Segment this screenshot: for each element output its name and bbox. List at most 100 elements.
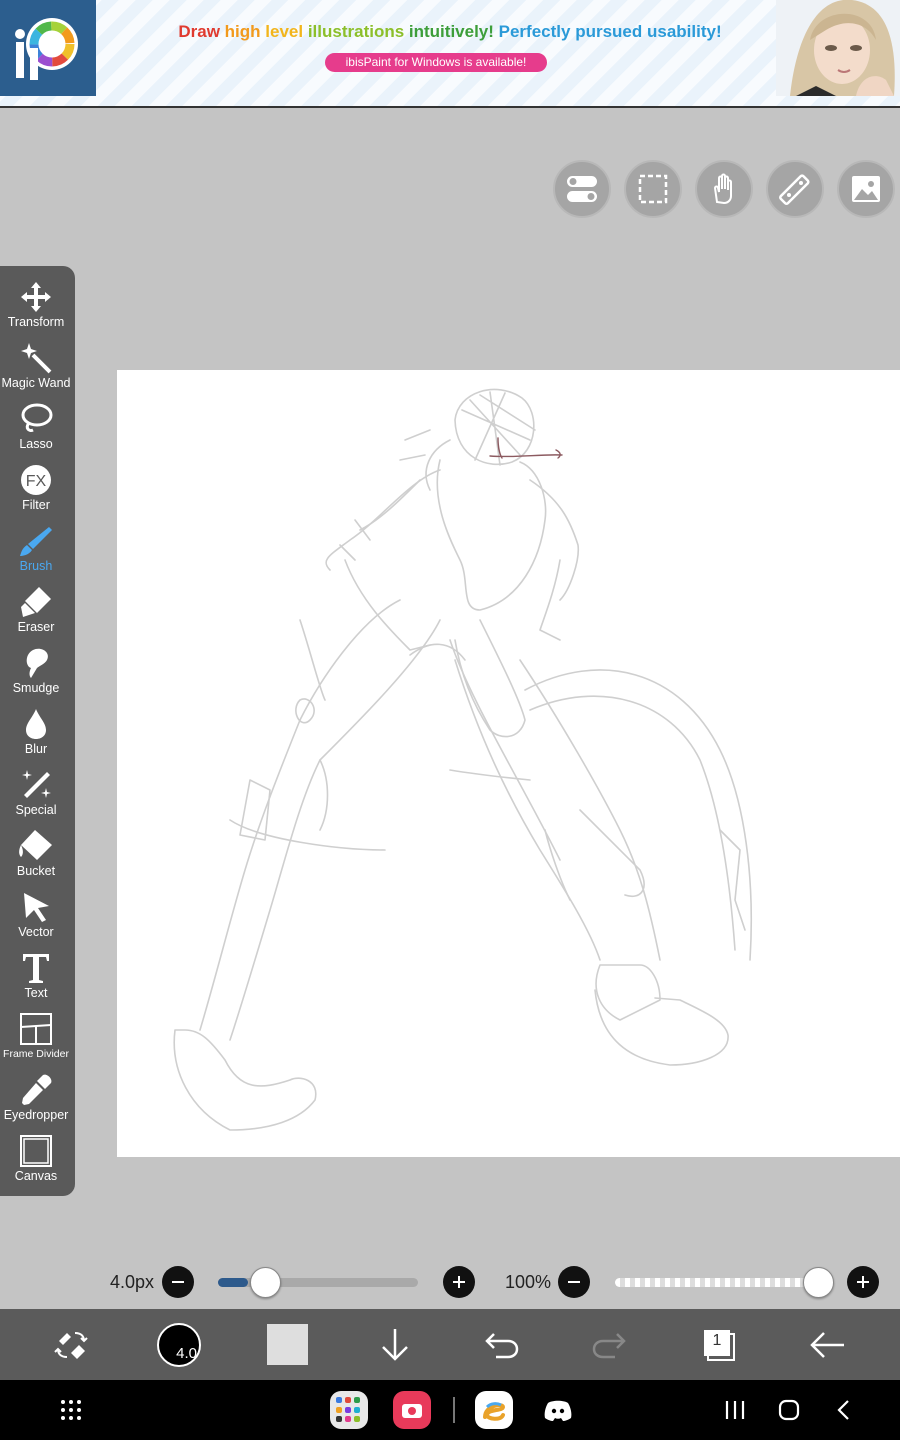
tool-transform[interactable]: Transform [0,278,72,338]
toggle-icon [567,176,597,202]
ad-headline-word: Perfectly [498,22,576,41]
tool-smudge[interactable]: Smudge [0,644,72,704]
undo-icon [485,1332,519,1358]
plus-icon [857,1276,869,1288]
recents-button[interactable] [720,1390,750,1430]
tool-vector[interactable]: Vector [0,888,72,948]
ibispaint-app-icon [475,1391,513,1429]
svg-text:FX: FX [26,473,47,490]
tool-label: Bucket [16,864,56,878]
drawing-canvas[interactable] [117,370,900,1157]
tool-text[interactable]: Text [0,949,72,1009]
selection-button[interactable] [624,160,682,218]
system-nav-bar [0,1380,900,1440]
tool-blur[interactable]: Blur [0,705,72,765]
tool-label: Blur [24,742,48,756]
tool-label: Canvas [14,1169,58,1183]
app-drawer-button[interactable] [56,1390,86,1430]
move-icon [21,282,51,312]
tool-label: Brush [19,559,53,573]
redo-icon [592,1332,626,1358]
brush-preview: 4.0 [157,1322,201,1367]
tool-filter[interactable]: FX Filter [0,461,72,521]
sketch-drawing [173,388,752,1131]
brush-settings-button[interactable]: 4.0 [144,1309,214,1380]
tool-label: Eyedropper [3,1108,69,1122]
eyedropper-icon [22,1074,52,1105]
tool-brush[interactable]: Brush [0,522,72,582]
tool-lasso[interactable]: Lasso [0,400,72,460]
layers-icon: 1 [702,1328,736,1362]
camera-icon [393,1391,431,1429]
reference-image-icon [852,176,880,202]
cursor-icon [24,893,49,922]
opacity-slider-thumb[interactable] [803,1267,834,1298]
toggle-button[interactable] [553,160,611,218]
arrow-down-icon [382,1328,408,1361]
ad-headline-word: intuitively! [408,22,499,41]
discord-icon [544,1400,572,1421]
size-slider-thumb[interactable] [250,1267,281,1298]
text-icon [23,954,49,983]
ad-headline: Draw high level illustrations intuitivel… [100,22,800,42]
size-slider-fill [218,1278,248,1287]
back-button[interactable] [792,1309,862,1380]
tool-special[interactable]: Special [0,766,72,826]
chevron-left-icon [837,1400,849,1420]
tool-bucket[interactable]: Bucket [0,827,72,887]
ad-headline-word: usability! [646,22,722,41]
opacity-slider[interactable] [615,1267,834,1298]
layer-down-button[interactable] [360,1309,430,1380]
ad-headline-word: Draw [178,22,225,41]
brush-size-value: 4.0px [110,1272,155,1292]
color-button[interactable] [252,1309,322,1380]
brush-eraser-swap-icon [54,1331,88,1359]
tool-label: Special [15,803,57,817]
layers-button[interactable]: 1 [684,1309,754,1380]
opacity-decrease-button[interactable] [558,1266,590,1298]
hand-button[interactable] [695,160,753,218]
opacity-increase-button[interactable] [847,1266,879,1298]
ibispaint-app-button[interactable] [475,1390,513,1430]
selection-icon [638,174,668,204]
ad-banner[interactable]: Draw high level illustrations intuitivel… [0,0,900,108]
drop-icon [26,709,46,739]
tool-label: Magic Wand [1,376,71,390]
undo-button[interactable] [467,1309,537,1380]
redo-button[interactable] [574,1309,644,1380]
ruler-icon [779,174,810,205]
fx-icon: FX [21,465,51,495]
size-slider[interactable] [218,1267,418,1298]
tool-canvas[interactable]: Canvas [0,1132,72,1192]
plus-icon [453,1276,465,1288]
special-icon [22,770,51,798]
system-back-button[interactable] [830,1390,856,1430]
tool-eraser[interactable]: Eraser [0,583,72,643]
tool-eyedropper[interactable]: Eyedropper [0,1071,72,1131]
reference-image-button[interactable] [837,160,895,218]
tool-magic-wand[interactable]: Magic Wand [0,339,72,399]
ruler-button[interactable] [766,160,824,218]
tool-label: Filter [22,498,50,512]
bottom-toolbar: 4.0 1 [0,1309,900,1380]
discord-app-button[interactable] [539,1390,577,1430]
tool-label: Lasso [19,437,53,451]
minus-icon [172,1281,184,1283]
size-decrease-button[interactable] [162,1266,194,1298]
ad-headline-word: high [224,22,266,41]
layer-count: 1 [712,1331,722,1349]
ad-subline[interactable]: ibisPaint for Windows is available! [325,53,547,72]
app-folder-button[interactable] [330,1390,368,1430]
camera-app-button[interactable] [393,1390,431,1430]
ad-headline-word: level [265,22,308,41]
brush-size-badge: 4.0 [176,1344,197,1362]
tool-frame-divider[interactable]: Frame Divider [0,1010,72,1070]
brush-slider-row: 4.0px 100% [0,1262,900,1304]
opacity-value: 100% [505,1272,552,1292]
dock-divider [452,1390,456,1430]
tool-label: Frame Divider [3,1048,69,1060]
home-icon [778,1399,800,1421]
home-button[interactable] [774,1390,804,1430]
brush-swap-button[interactable] [36,1309,106,1380]
size-increase-button[interactable] [443,1266,475,1298]
